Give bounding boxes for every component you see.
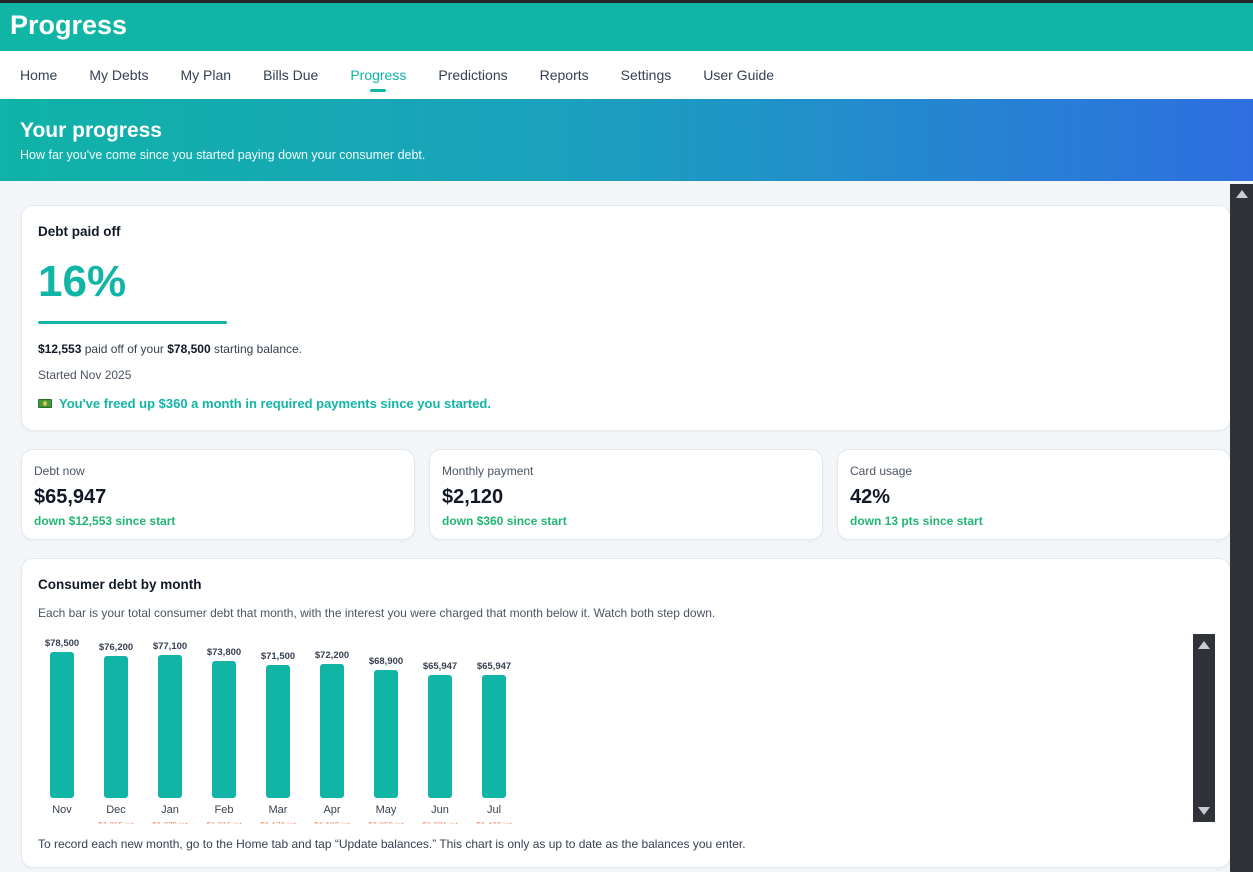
hero-title: Your progress bbox=[20, 119, 162, 142]
stat-label: Debt now bbox=[34, 464, 85, 478]
stat-change: down 13 pts since start bbox=[850, 514, 983, 528]
chart-scrollbar[interactable] bbox=[1193, 634, 1215, 822]
scroll-up-icon[interactable] bbox=[1198, 641, 1210, 649]
chart-bar bbox=[266, 665, 290, 798]
chart-bar bbox=[212, 661, 236, 798]
scroll-down-icon[interactable] bbox=[1198, 807, 1210, 815]
main-nav: Home My Debts My Plan Bills Due Progress… bbox=[0, 51, 1253, 99]
chart-bar bbox=[104, 656, 128, 798]
bar-value-label: $73,800 bbox=[207, 647, 241, 658]
interest-label: $1,432 int bbox=[476, 821, 512, 824]
interest-label: $1,058 int bbox=[368, 821, 404, 824]
interest-label: $1,265 int bbox=[98, 821, 134, 824]
category-label: May bbox=[376, 804, 397, 816]
chart-bar bbox=[428, 675, 452, 798]
paid-percent: 16% bbox=[38, 257, 127, 306]
nav-bills-due[interactable]: Bills Due bbox=[263, 51, 318, 99]
debt-by-month-card: Consumer debt by month Each bar is your … bbox=[21, 558, 1231, 868]
nav-home[interactable]: Home bbox=[20, 51, 57, 99]
bar-value-label: $65,947 bbox=[477, 661, 511, 672]
stat-label: Card usage bbox=[850, 464, 913, 478]
app-window: Progress Home My Debts My Plan Bills Due… bbox=[0, 0, 1253, 872]
money-icon bbox=[38, 399, 52, 408]
freed-up-message: You've freed up $360 a month in required… bbox=[38, 396, 1214, 411]
nav-my-plan[interactable]: My Plan bbox=[180, 51, 231, 99]
bar-value-label: $77,100 bbox=[153, 641, 187, 652]
debt-paid-title: Debt paid off bbox=[38, 224, 121, 239]
debt-paid-card: Debt paid off 16% $12,553 paid off of yo… bbox=[21, 205, 1231, 431]
stat-card-card-usage: Card usage 42% down 13 pts since start bbox=[837, 449, 1231, 540]
chart-bar bbox=[50, 652, 74, 798]
category-label: Apr bbox=[323, 804, 340, 816]
hero-subtitle: How far you've come since you started pa… bbox=[20, 148, 426, 162]
starting-amount: $78,500 bbox=[167, 342, 211, 356]
category-label: Dec bbox=[106, 804, 126, 816]
paid-end-text: starting balance. bbox=[210, 342, 303, 356]
category-label: Feb bbox=[215, 804, 234, 816]
chart-bar bbox=[374, 670, 398, 798]
category-label: Mar bbox=[269, 804, 288, 816]
debt-bar-chart: $78,500 Nov $76,200 Dec $1,265 int $77,100 Jan… bbox=[45, 638, 513, 830]
stat-value: 42% bbox=[850, 486, 891, 508]
category-label: Jan bbox=[161, 804, 179, 816]
bar-value-label: $78,500 bbox=[45, 638, 79, 649]
page-scrollbar[interactable] bbox=[1230, 184, 1253, 872]
nav-predictions[interactable]: Predictions bbox=[438, 51, 507, 99]
bar-value-label: $71,500 bbox=[261, 651, 295, 662]
stat-label: Monthly payment bbox=[442, 464, 534, 478]
started-date: Started Nov 2025 bbox=[38, 368, 132, 382]
nav-my-debts[interactable]: My Debts bbox=[89, 51, 148, 99]
hero-banner: Your progress How far you've come since … bbox=[0, 99, 1253, 181]
stat-card-monthly-payment: Monthly payment $2,120 down $360 since s… bbox=[429, 449, 823, 540]
content-area: Debt paid off 16% $12,553 paid off of yo… bbox=[0, 184, 1231, 872]
paid-amount: $12,553 bbox=[38, 342, 82, 356]
scroll-up-icon[interactable] bbox=[1236, 190, 1248, 198]
interest-label: $1,182 int bbox=[314, 821, 350, 824]
bar-value-label: $65,947 bbox=[423, 661, 457, 672]
interest-label: $1,216 int bbox=[206, 821, 242, 824]
interest-label: $1,021 int bbox=[422, 821, 458, 824]
chart-section-title: Consumer debt by month bbox=[38, 577, 202, 592]
stat-value: $2,120 bbox=[442, 486, 504, 508]
paid-summary-line: $12,553 paid off of your $78,500 startin… bbox=[38, 342, 1214, 356]
interest-label: $1,279 int bbox=[152, 821, 188, 824]
app-title: Progress bbox=[0, 3, 1253, 51]
chart-bar bbox=[482, 675, 506, 798]
chart-note: To record each new month, go to the Home… bbox=[38, 837, 746, 851]
nav-progress[interactable]: Progress bbox=[350, 51, 406, 99]
stat-card-debt-now: Debt now $65,947 down $12,553 since star… bbox=[21, 449, 415, 540]
stat-change: down $360 since start bbox=[442, 514, 567, 528]
chart-bar bbox=[158, 655, 182, 798]
category-label: Jul bbox=[487, 804, 501, 816]
nav-user-guide[interactable]: User Guide bbox=[703, 51, 774, 99]
paid-progress-bar bbox=[38, 321, 227, 324]
nav-reports[interactable]: Reports bbox=[540, 51, 589, 99]
nav-settings[interactable]: Settings bbox=[621, 51, 672, 99]
paid-mid-text: paid off of your bbox=[81, 342, 168, 356]
interest-label: $1,170 int bbox=[260, 821, 296, 824]
chart-bar bbox=[320, 664, 344, 798]
bar-value-label: $76,200 bbox=[99, 642, 133, 653]
chart-scroll-area[interactable]: $78,500 Nov $76,200 Dec $1,265 int $77,100 Jan… bbox=[38, 634, 1188, 830]
stat-value: $65,947 bbox=[34, 486, 107, 508]
bar-value-label: $68,900 bbox=[369, 656, 403, 667]
freed-up-text: You've freed up $360 a month in required… bbox=[59, 396, 491, 411]
stat-change: down $12,553 since start bbox=[34, 514, 176, 528]
category-label: Nov bbox=[52, 804, 72, 816]
category-label: Jun bbox=[431, 804, 449, 816]
chart-description: Each bar is your total consumer debt tha… bbox=[38, 606, 716, 620]
bar-value-label: $72,200 bbox=[315, 650, 349, 661]
